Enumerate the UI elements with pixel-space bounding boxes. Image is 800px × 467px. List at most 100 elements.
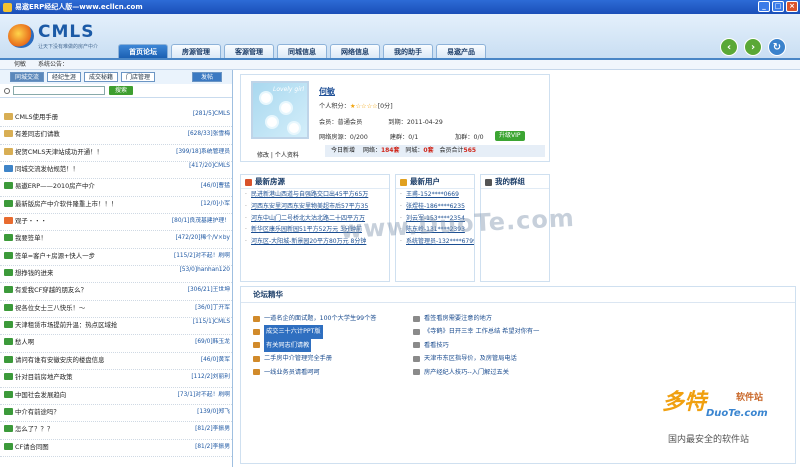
user-link[interactable]: 张煜桂-186****6235 (396, 201, 474, 213)
post-title[interactable]: CMLS使用手册 (15, 112, 58, 121)
post-title[interactable]: 祝各位女士三八快乐！～ (15, 303, 85, 312)
profile-edit-link[interactable]: 修改 | 个人资料 (257, 150, 299, 159)
post-meta[interactable]: [306/21]王世坤 (188, 284, 230, 293)
post-title[interactable]: 天津租赁市场提前升温：热点区域抢 (15, 320, 117, 329)
back-arrow-icon[interactable]: ‹ (720, 38, 738, 56)
post-meta[interactable]: [139/0]郑飞 (197, 406, 230, 415)
post-title[interactable]: 观子・・・ (15, 216, 47, 225)
forum-highlight-item[interactable]: 一线业务员请看呵呵 (253, 366, 403, 379)
post-row[interactable]: 愁人啊 [69/0]韩玉龙 (0, 335, 232, 353)
refresh-icon[interactable]: ↻ (768, 38, 786, 56)
post-title[interactable]: 愁人啊 (15, 337, 34, 346)
post-title[interactable]: 有差同志们请教 (15, 129, 60, 138)
post-title[interactable]: 签单=客户+房源+快人一步 (15, 251, 95, 260)
post-row[interactable]: 有爱我CF穿越的朋友么？ [306/21]王世坤 (0, 283, 232, 301)
forum-highlight-item[interactable]: 成交三十六计PPT版 (253, 325, 403, 339)
forum-highlight-title[interactable]: 有关同志们请教 (264, 338, 312, 353)
tab-web-info[interactable]: 网络信息 (330, 44, 380, 58)
post-meta[interactable]: [472/20]稀个/V×by (176, 232, 230, 241)
post-row[interactable]: 请问有谁有安徽安庆的楼盘信息 [46/0]黄军 (0, 353, 232, 371)
post-title[interactable]: 同城交流发帖规范！！ (15, 164, 79, 173)
tab-home-forum[interactable]: 首页论坛 (118, 44, 168, 58)
post-title[interactable]: 有爱我CF穿越的朋友么？ (15, 285, 87, 294)
tab-products[interactable]: 易遨产品 (436, 44, 486, 58)
tab-deal-tips[interactable]: 成交秘籍 (84, 72, 119, 82)
forum-highlight-title[interactable]: 天津市东区指导价，及房管局电话 (424, 352, 517, 365)
forum-highlight-title[interactable]: 一线业务员请看呵呵 (264, 366, 320, 379)
post-meta[interactable]: [81/2]李振男 (195, 423, 230, 432)
post-row[interactable]: 同城交流发帖规范！！ [417/20]CMLS (0, 162, 232, 180)
post-title[interactable]: 易遨ERP——2010房产中介 (15, 181, 95, 190)
post-row[interactable]: 天津租赁市场提前升温：热点区域抢 [115/1]CMLS (0, 318, 232, 336)
forum-highlight-title[interactable]: 一道名企的面试题，100个大学生99个答 (264, 312, 377, 325)
post-row[interactable]: 易遨ERP——2010房产中介 [46/0]曹猛 (0, 179, 232, 197)
post-meta[interactable]: [115/2]对不起！刷啊 (174, 250, 230, 259)
forum-highlight-item[interactable]: 二手房中介管理完全手册 (253, 352, 403, 365)
forum-highlight-title[interactable]: 看看技巧 (424, 339, 449, 352)
post-title[interactable]: 中介有前途吗？ (15, 407, 60, 416)
avatar[interactable]: Lovely girl (251, 81, 309, 139)
post-meta[interactable]: [36/0]丁开军 (195, 302, 230, 311)
forum-highlight-item[interactable]: 看签看房需要注意的地方 (413, 312, 563, 325)
forum-highlight-title[interactable]: 《寺鹤》日开三幸 工作总结 希望对你有一 (424, 325, 539, 338)
post-title[interactable]: 请问有谁有安徽安庆的楼盘信息 (15, 355, 104, 364)
user-link[interactable]: 陈东岭-131****2393 (396, 224, 474, 236)
listing-link[interactable]: 新华区康乐园新园51平方52万元 3分钟前 (241, 224, 389, 236)
post-meta[interactable]: [69/0]韩玉龙 (195, 336, 230, 345)
post-row[interactable]: 想挣钱的进来 [53/0]hanhan120 (0, 266, 232, 284)
user-link[interactable]: 刘云军-153****2354 (396, 213, 474, 225)
post-meta[interactable]: [46/0]曹猛 (201, 180, 230, 189)
user-link[interactable]: 王甫-152****0669 (396, 189, 474, 201)
post-row[interactable]: 祝贺CMLS天津站成功开通！！ [399/18]系统管理员 (0, 145, 232, 163)
tab-my-assistant[interactable]: 我的助手 (383, 44, 433, 58)
search-input[interactable] (13, 86, 105, 95)
forum-highlight-item[interactable]: 有关同志们请教 (253, 338, 403, 353)
forum-highlight-item[interactable]: 天津市东区指导价，及房管局电话 (413, 352, 563, 365)
post-meta[interactable]: [73/1]对不起！刷啊 (178, 389, 230, 398)
post-row[interactable]: 我要签单！ [472/20]稀个/V×by (0, 231, 232, 249)
post-title[interactable]: 最新版房产中介软件隆重上市！！！ (15, 199, 117, 208)
profile-name[interactable]: 何敏 (319, 86, 335, 97)
forum-highlight-title[interactable]: 二手房中介管理完全手册 (264, 352, 332, 365)
search-button[interactable]: 搜索 (109, 86, 134, 95)
publish-button[interactable]: 发帖 (191, 72, 222, 82)
forum-highlight-item[interactable]: 看看技巧 (413, 339, 563, 352)
post-row[interactable]: 中介有前途吗？ [139/0]郑飞 (0, 405, 232, 423)
post-row[interactable]: 中国社会发展趋向 [73/1]对不起！刷啊 (0, 388, 232, 405)
upgrade-vip-button[interactable]: 升级VIP (495, 131, 525, 141)
listing-link[interactable]: 河东区-大阳城-新景园20平方80万元 8分钟 (241, 236, 389, 248)
forum-highlight-title[interactable]: 房产经纪人技巧--入门解过五关 (424, 366, 509, 379)
post-meta[interactable]: [399/18]系统管理员 (176, 146, 230, 155)
post-row[interactable]: 签单=客户+房源+快人一步 [115/2]对不起！刷啊 (0, 249, 232, 267)
post-title[interactable]: 怎么了？？？ (15, 424, 53, 433)
forum-highlight-title[interactable]: 成交三十六计PPT版 (264, 325, 323, 339)
post-title[interactable]: 想挣钱的进来 (15, 268, 53, 277)
maximize-button[interactable]: □ (772, 1, 784, 12)
post-title[interactable]: 我要签单！ (15, 233, 47, 242)
post-meta[interactable]: [53/0]hanhan120 (180, 267, 230, 273)
listing-link[interactable]: 河西东安里河西东安里物美超市后57平方35 (241, 201, 389, 213)
post-row[interactable]: CMLS使用手册 [281/5]CMLS (0, 110, 232, 128)
tab-listing-management[interactable]: 房源管理 (171, 44, 221, 58)
listing-link[interactable]: 河东中山门二号桥北大沽北路二十四平方万 (241, 213, 389, 225)
post-meta[interactable]: [628/33]张雪梅 (188, 128, 230, 137)
minimize-button[interactable]: _ (758, 1, 770, 12)
forum-highlight-item[interactable]: 《寺鹤》日开三幸 工作总结 希望对你有一 (413, 325, 563, 338)
post-meta[interactable]: [281/5]CMLS (193, 111, 230, 117)
forum-highlight-item[interactable]: 房产经纪人技巧--入门解过五关 (413, 366, 563, 379)
post-title[interactable]: 祝贺CMLS天津站成功开通！！ (15, 147, 103, 156)
listing-link[interactable]: 民进新港山西道与自强路交口出45平方65万 (241, 189, 389, 201)
post-row[interactable]: 怎么了？？？ [81/2]李振男 (0, 422, 232, 440)
post-title[interactable]: CF请合同图 (15, 442, 49, 451)
post-row[interactable]: 有差同志们请教 [628/33]张雪梅 (0, 127, 232, 145)
post-row[interactable]: 祝各位女士三八快乐！～ [36/0]丁开军 (0, 301, 232, 319)
post-meta[interactable]: [12/0]小军 (201, 198, 230, 207)
post-row[interactable]: 针对目前房地产政策 [112/2]刘丽利 (0, 370, 232, 388)
forward-arrow-icon[interactable]: › (744, 38, 762, 56)
post-meta[interactable]: [112/2]刘丽利 (191, 371, 230, 380)
user-link[interactable]: 系统管理员-132****6799 (396, 236, 474, 248)
tab-client-management[interactable]: 客源管理 (224, 44, 274, 58)
post-row[interactable]: 观子・・・ [80/1]良茂基建护理！ (0, 214, 232, 232)
post-title[interactable]: 针对目前房地产政策 (15, 372, 73, 381)
post-meta[interactable]: [115/1]CMLS (193, 319, 230, 325)
